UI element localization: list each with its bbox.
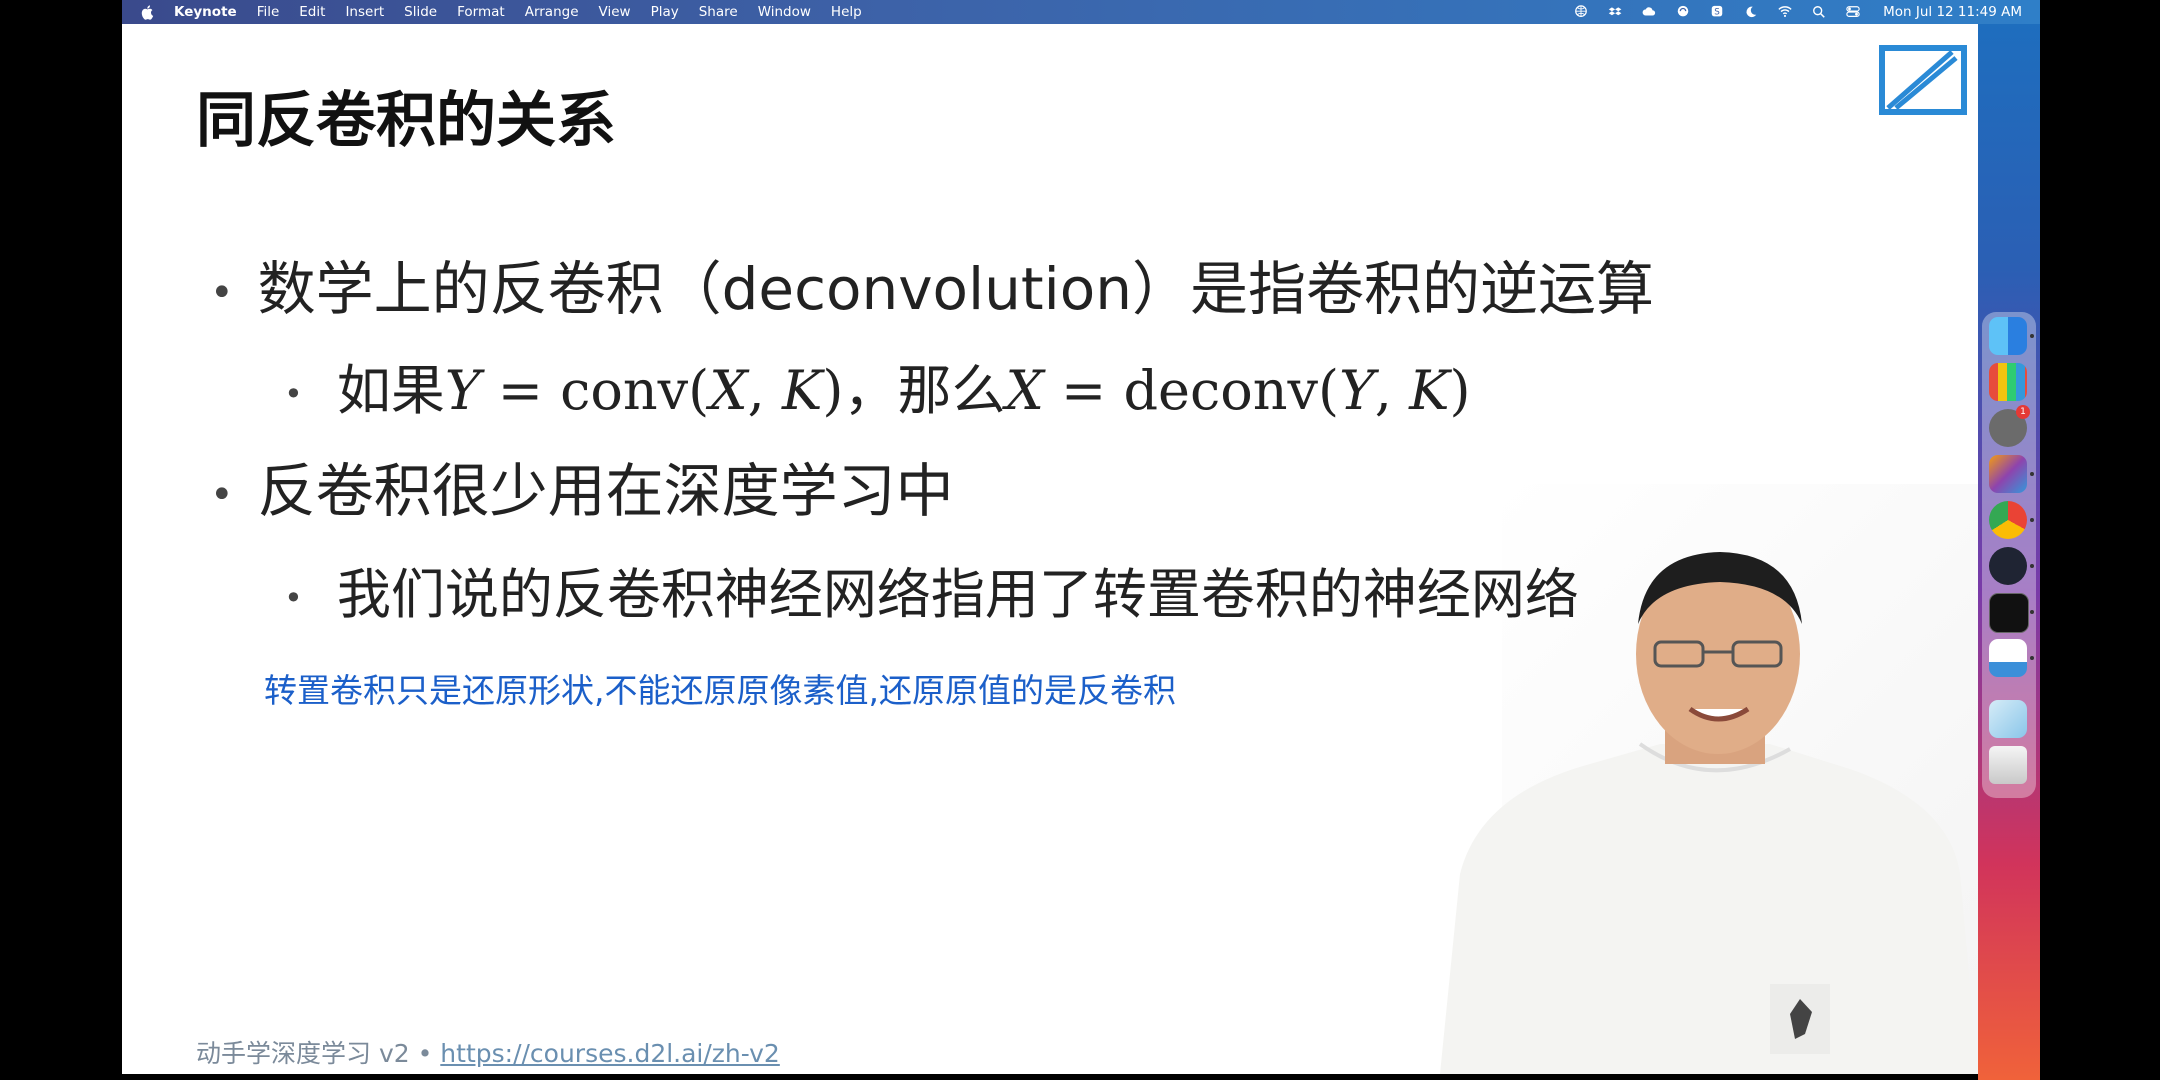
globe-icon[interactable]	[1573, 5, 1589, 19]
running-indicator	[2030, 610, 2034, 614]
bullet-dot: •	[284, 579, 303, 618]
notification-badge: 1	[2016, 405, 2030, 419]
footer-text: 动手学深度学习 v2 •	[196, 1039, 441, 1068]
menu-clock[interactable]: Mon Jul 12 11:49 AM	[1883, 4, 2022, 20]
math-var-x: X	[709, 359, 748, 422]
apple-icon[interactable]	[140, 4, 156, 20]
menu-window[interactable]: Window	[758, 4, 811, 20]
formula-text-if: 如果	[336, 359, 445, 422]
menu-help[interactable]: Help	[831, 4, 862, 20]
bullet-text: 反卷积很少用在深度学习中	[257, 457, 954, 525]
chrome-icon[interactable]	[1989, 501, 2027, 539]
math-comma: ,	[1374, 359, 1410, 422]
menu-arrange[interactable]: Arrange	[525, 4, 579, 20]
running-indicator	[2030, 564, 2034, 568]
math-paren: )	[822, 359, 844, 422]
menu-view[interactable]: View	[599, 4, 631, 20]
control-center-icon[interactable]	[1845, 5, 1861, 19]
cloud-icon[interactable]	[1641, 5, 1657, 19]
math-paren: )	[1449, 359, 1471, 422]
math-deconv: = deconv(	[1043, 359, 1340, 422]
obs-icon[interactable]	[1989, 547, 2027, 585]
math-conv: = conv(	[480, 359, 710, 422]
dropbox-icon[interactable]	[1607, 5, 1623, 19]
running-indicator	[2030, 518, 2034, 522]
menu-bar: Keynote File Edit Insert Slide Format Ar…	[122, 0, 2040, 24]
formula-text-then: ，那么	[843, 359, 1006, 422]
launchpad-icon[interactable]	[1989, 363, 2027, 401]
dock: 1	[1982, 312, 2036, 798]
math-var-y: Y	[1339, 359, 1375, 422]
math-var-y: Y	[444, 359, 481, 422]
bullet-dot: •	[284, 375, 303, 414]
presenter-video	[1440, 552, 1978, 1074]
menu-app-name[interactable]: Keynote	[174, 4, 237, 20]
bullet-text: 我们说的反卷积神经网络指用了转置卷积的神经网络	[336, 563, 1579, 626]
svg-text:S: S	[1714, 8, 1720, 18]
slide-canvas: 同反卷积的关系 • 数学上的反卷积（deconvolution）是指卷积的逆运算 …	[122, 24, 1978, 1074]
running-indicator	[2030, 472, 2034, 476]
bullet-transposed-conv-network: • 我们说的反卷积神经网络指用了转置卷积的神经网络	[284, 550, 1579, 629]
search-icon[interactable]	[1811, 5, 1827, 19]
math-var-k: K	[1409, 359, 1450, 422]
menu-format[interactable]: Format	[457, 4, 505, 20]
status-area: S Mon Jul 12 11:49 AM	[1555, 0, 2022, 24]
finder-icon[interactable]	[1989, 317, 2027, 355]
bullet-text: 数学上的反卷积（deconvolution）是指卷积的逆运算	[257, 255, 1655, 323]
menu-insert[interactable]: Insert	[345, 4, 384, 20]
footer-link[interactable]: https://courses.d2l.ai/zh-v2	[440, 1039, 780, 1068]
bullet-formula: • 如果Y = conv(X, K)，那么X = deconv(Y, K)	[284, 346, 1471, 425]
sync-icon[interactable]	[1675, 5, 1691, 19]
running-indicator	[2030, 334, 2034, 338]
math-comma: ,	[747, 359, 783, 422]
keynote-icon[interactable]	[1989, 639, 2027, 677]
menu-slide[interactable]: Slide	[404, 4, 437, 20]
menu-file[interactable]: File	[257, 4, 280, 20]
bullet-dot: •	[210, 471, 234, 518]
bilibili-logo-icon	[1879, 45, 1967, 115]
annotation-note: 转置卷积只是还原形状,不能还原原像素值,还原原值的是反卷积	[264, 671, 1176, 710]
slide-title: 同反卷积的关系	[196, 86, 616, 156]
menu-edit[interactable]: Edit	[299, 4, 325, 20]
slide-footer: 动手学深度学习 v2 • https://courses.d2l.ai/zh-v…	[196, 1034, 780, 1070]
bullet-dot: •	[210, 269, 234, 316]
final-cut-icon[interactable]	[1989, 455, 2027, 493]
wifi-icon[interactable]	[1777, 5, 1793, 19]
s-app-icon[interactable]: S	[1709, 5, 1725, 19]
terminal-icon[interactable]	[1989, 593, 2029, 633]
math-var-k: K	[782, 359, 823, 422]
bullet-deconvolution-definition: • 数学上的反卷积（deconvolution）是指卷积的逆运算	[210, 242, 1654, 326]
moon-icon[interactable]	[1743, 5, 1759, 19]
trash-icon[interactable]	[1989, 746, 2027, 784]
menu-share[interactable]: Share	[699, 4, 738, 20]
math-var-x: X	[1005, 359, 1044, 422]
running-indicator	[2030, 656, 2034, 660]
bullet-rarely-used: • 反卷积很少用在深度学习中	[210, 444, 954, 528]
menu-play[interactable]: Play	[651, 4, 679, 20]
preview-icon[interactable]	[1989, 700, 2027, 738]
